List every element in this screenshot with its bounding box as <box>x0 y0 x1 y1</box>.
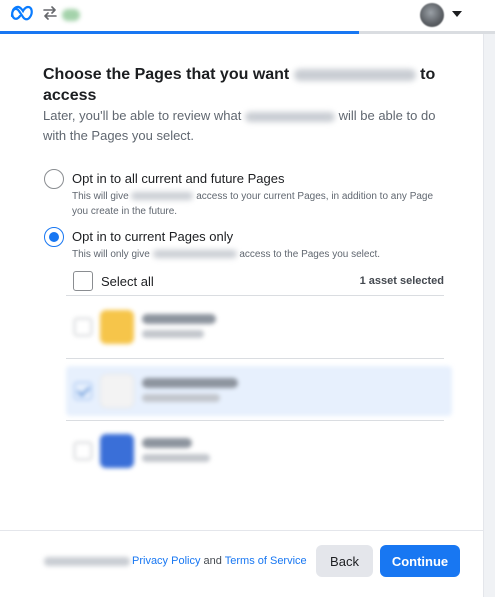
page-name-redacted <box>142 314 216 324</box>
divider <box>66 295 444 296</box>
row-checkbox[interactable] <box>74 318 92 336</box>
select-all-checkbox[interactable] <box>73 271 93 291</box>
app-name-redacted <box>131 192 194 201</box>
radio-current-pages[interactable] <box>44 227 64 247</box>
row-checkbox[interactable] <box>74 442 92 460</box>
footer-links: Privacy Policy and Terms of Service <box>132 555 307 567</box>
page-name-redacted <box>142 438 192 448</box>
select-all-label[interactable]: Select all <box>101 274 154 289</box>
page-name-redacted <box>142 378 238 388</box>
scrollbar[interactable] <box>484 34 495 597</box>
list-item[interactable] <box>66 302 452 352</box>
terms-of-service-link[interactable]: Terms of Service <box>225 555 307 567</box>
divider <box>66 358 444 359</box>
app-name-redacted <box>44 557 130 566</box>
option-all-pages-desc: This will give access to your current Pa… <box>72 191 434 217</box>
chevron-down-icon[interactable] <box>452 11 462 17</box>
meta-logo-icon[interactable] <box>10 5 36 21</box>
list-item[interactable] <box>66 366 452 416</box>
radio-all-pages[interactable] <box>44 169 64 189</box>
row-checkbox[interactable] <box>74 382 92 400</box>
avatar[interactable] <box>420 3 444 27</box>
back-button[interactable]: Back <box>316 545 373 577</box>
page-title: Choose the Pages that you want to access <box>43 64 443 106</box>
page-avatar <box>100 374 134 408</box>
app-icon <box>62 9 80 21</box>
title-text: Choose the Pages that you want <box>43 66 290 83</box>
option-current-pages-label[interactable]: Opt in to current Pages only <box>72 229 233 244</box>
option-all-pages-label[interactable]: Opt in to all current and future Pages <box>72 171 284 186</box>
page-avatar <box>100 434 134 468</box>
page-avatar <box>100 310 134 344</box>
app-name-redacted <box>244 111 335 122</box>
privacy-policy-link[interactable]: Privacy Policy <box>132 555 200 567</box>
app-name-redacted <box>152 250 237 259</box>
option-current-pages-desc: This will only give access to the Pages … <box>72 249 381 260</box>
page-category-redacted <box>142 330 204 338</box>
list-item[interactable] <box>66 426 452 476</box>
page-subtitle: Later, you'll be able to review what wil… <box>43 106 443 146</box>
swap-arrows-icon[interactable] <box>42 6 58 20</box>
continue-button[interactable]: Continue <box>380 545 460 577</box>
page-category-redacted <box>142 394 220 402</box>
divider <box>66 420 444 421</box>
top-bar <box>0 0 495 31</box>
asset-count-badge: 1 asset selected <box>359 275 444 287</box>
page-category-redacted <box>142 454 210 462</box>
subtitle-text: Later, you'll be able to review what <box>43 108 242 123</box>
app-name-redacted <box>293 68 416 81</box>
footer-divider <box>0 530 484 531</box>
